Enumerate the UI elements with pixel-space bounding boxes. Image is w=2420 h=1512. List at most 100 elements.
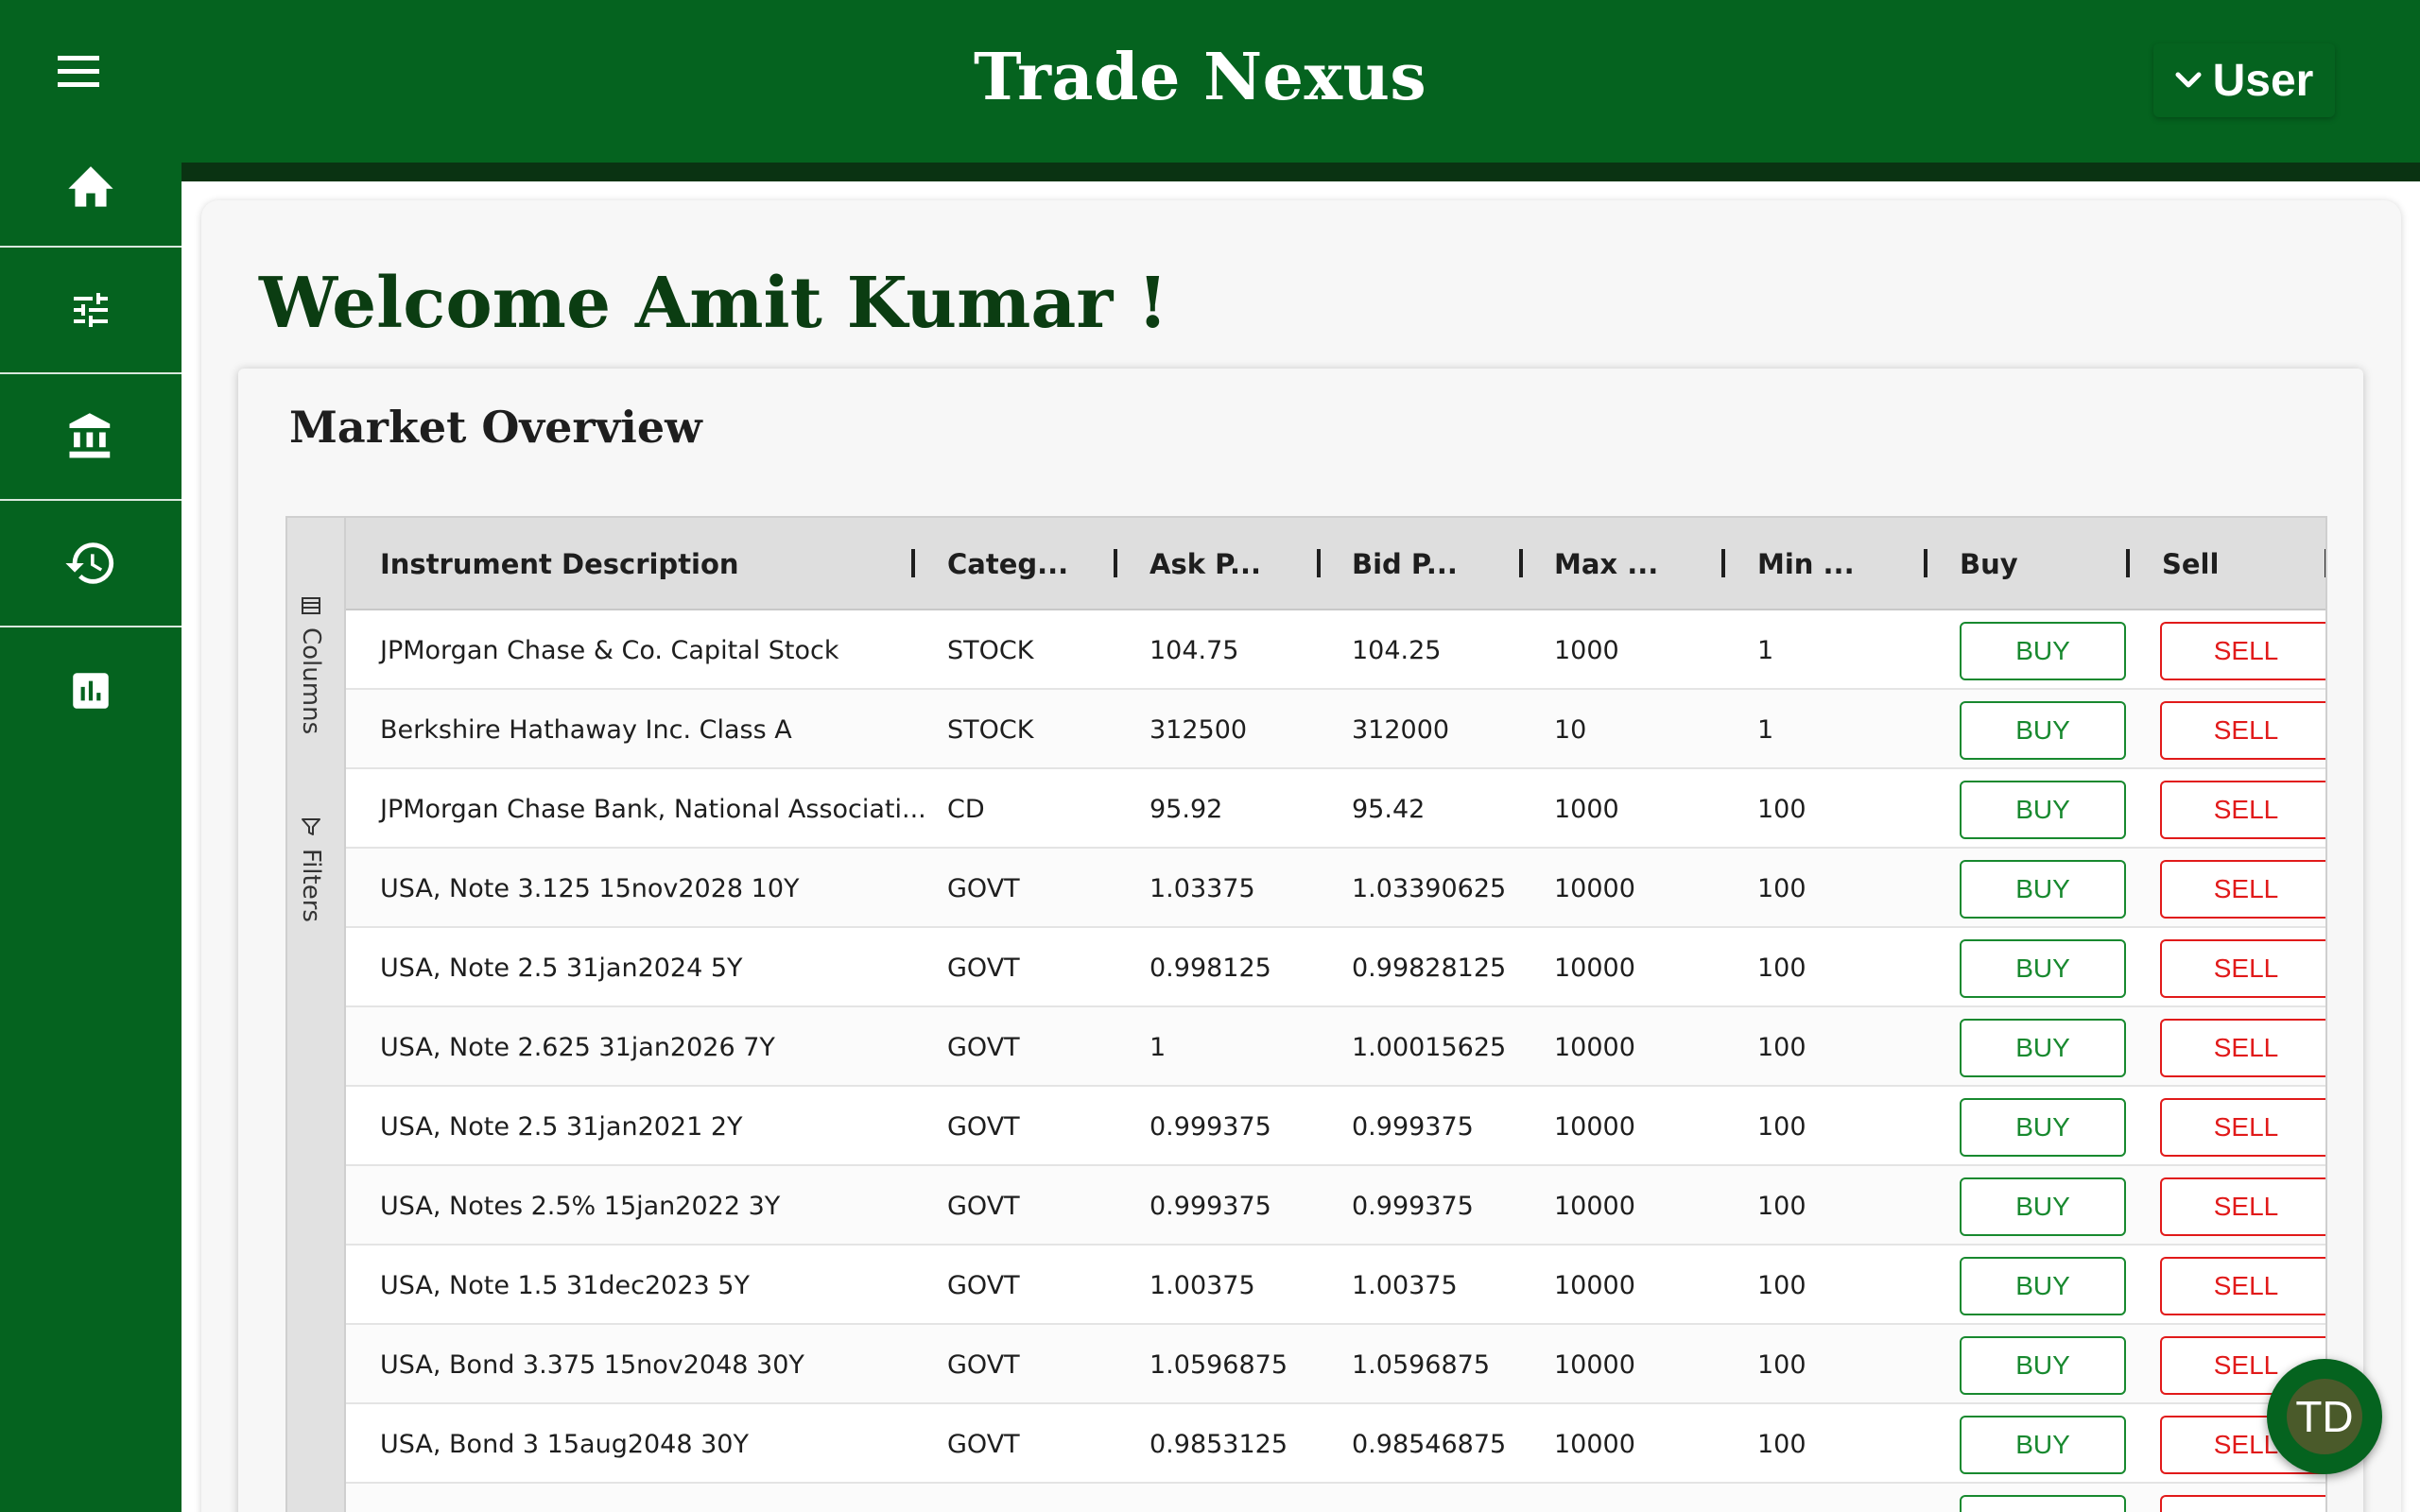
cell-category: CD: [947, 794, 985, 824]
cell-category: GOVT: [947, 1349, 1020, 1380]
cell-max-qty: 10000: [1554, 1111, 1635, 1142]
column-resize-handle[interactable]: [911, 549, 915, 577]
sliders-icon: [74, 293, 108, 327]
buy-button[interactable]: BUY: [1960, 1416, 2126, 1474]
header-sell[interactable]: Sell: [2162, 518, 2219, 610]
buy-button[interactable]: BUY: [1960, 1257, 2126, 1315]
column-resize-handle[interactable]: [1317, 549, 1321, 577]
cell-max-qty: 10000: [1554, 1429, 1635, 1459]
cell-instrument-description: USA, Note 2.625 31jan2026 7Y: [380, 1032, 775, 1062]
table-row[interactable]: JPMorgan Chase Bank, National Associati.…: [346, 769, 2325, 849]
buy-button[interactable]: BUY: [1960, 622, 2126, 680]
header-min-qty[interactable]: Min ...: [1757, 518, 1855, 610]
cell-min-qty: 100: [1757, 794, 1806, 824]
cell-bid-price: 312000: [1352, 714, 1450, 745]
cell-category: GOVT: [947, 873, 1020, 903]
column-resize-handle[interactable]: [2126, 549, 2130, 577]
cell-min-qty: 100: [1757, 1191, 1806, 1221]
table-row[interactable]: USA, Notes 2.5% 15jan2022 3Y GOVT 0.999375…: [346, 1166, 2325, 1246]
sidebar-item-history[interactable]: [0, 501, 182, 627]
header-bid-price[interactable]: Bid P...: [1352, 518, 1458, 610]
user-avatar-button[interactable]: TD: [2267, 1359, 2382, 1474]
menu-icon: [58, 56, 99, 87]
cell-min-qty: 1: [1757, 635, 1774, 665]
buy-button[interactable]: BUY: [1960, 1177, 2126, 1236]
column-resize-handle[interactable]: [1721, 549, 1725, 577]
history-icon: [65, 542, 114, 584]
cell-instrument-description: Berkshire Hathaway Inc. Class A: [380, 714, 792, 745]
cell-instrument-description: USA, Note 2.5 31jan2021 2Y: [380, 1111, 743, 1142]
sell-button[interactable]: SELL: [2160, 701, 2325, 760]
sidebar-divider-home: [0, 121, 182, 248]
filters-tab[interactable]: Filters: [297, 816, 325, 922]
sell-button[interactable]: SELL: [2160, 1177, 2325, 1236]
sell-button[interactable]: SELL: [2160, 1019, 2325, 1077]
table-row[interactable]: JPMorgan Chase & Co. Capital Stock STOCK 1…: [346, 610, 2325, 690]
menu-button[interactable]: [49, 49, 108, 94]
cell-ask-price: 0.9853125: [1150, 1429, 1288, 1459]
cell-ask-price: 1.03375: [1150, 873, 1255, 903]
sell-button[interactable]: SELL: [2160, 1495, 2325, 1512]
columns-tab[interactable]: Columns: [297, 595, 325, 734]
sidebar-item-settings[interactable]: [0, 248, 182, 374]
cell-instrument-description: USA, Note 2.5 31jan2024 5Y: [380, 953, 743, 983]
cell-ask-price: 95.92: [1150, 794, 1223, 824]
cell-ask-price: 0.999375: [1150, 1191, 1271, 1221]
sidebar-item-bank[interactable]: [0, 374, 182, 501]
buy-button[interactable]: BUY: [1960, 701, 2126, 760]
cell-bid-price: 1.03390625: [1352, 873, 1507, 903]
cell-min-qty: 100: [1757, 1429, 1806, 1459]
sell-button[interactable]: SELL: [2160, 781, 2325, 839]
column-resize-handle[interactable]: [2325, 549, 2327, 577]
table-row[interactable]: USA, Note 2.5 31jan2021 2Y GOVT 0.999375 0.…: [346, 1087, 2325, 1166]
column-resize-handle[interactable]: [1114, 549, 1117, 577]
sell-button[interactable]: SELL: [2160, 860, 2325, 919]
cell-max-qty: 10000: [1554, 1349, 1635, 1380]
cell-instrument-description: USA, Notes 2.5% 15jan2022 3Y: [380, 1191, 781, 1221]
market-grid: Columns Filters Instrument Description C…: [285, 516, 2327, 1512]
buy-button[interactable]: BUY: [1960, 1098, 2126, 1157]
cell-bid-price: 1.0596875: [1352, 1349, 1491, 1380]
header-ask-price[interactable]: Ask P...: [1150, 518, 1261, 610]
cell-ask-price: 312500: [1150, 714, 1248, 745]
header-buy[interactable]: Buy: [1960, 518, 2018, 610]
cell-max-qty: 10000: [1554, 1270, 1635, 1300]
header-instrument-description[interactable]: Instrument Description: [380, 518, 739, 610]
buy-button[interactable]: BUY: [1960, 781, 2126, 839]
table-row[interactable]: USA, Note 1.5 31dec2023 5Y GOVT 1.00375 1.0…: [346, 1246, 2325, 1325]
cell-min-qty: 100: [1757, 873, 1806, 903]
cell-bid-price: 0.99828125: [1352, 953, 1507, 983]
cell-ask-price: 0.999375: [1150, 1111, 1271, 1142]
sell-button[interactable]: SELL: [2160, 939, 2325, 998]
sell-button[interactable]: SELL: [2160, 622, 2325, 680]
sell-button[interactable]: SELL: [2160, 1098, 2325, 1157]
cell-bid-price: 1.00015625: [1352, 1032, 1507, 1062]
buy-button[interactable]: BUY: [1960, 1019, 2126, 1077]
sidebar-item-reports[interactable]: [0, 627, 182, 754]
sell-button[interactable]: SELL: [2160, 1257, 2325, 1315]
cell-instrument-description: USA, Note 3.125 15nov2028 10Y: [380, 873, 800, 903]
table-row[interactable]: USA, Bond 3.375 15nov2048 30Y GOVT 1.05968…: [346, 1325, 2325, 1404]
cell-instrument-description: JPMorgan Chase & Co. Capital Stock: [380, 635, 839, 665]
user-menu-button[interactable]: User: [2153, 43, 2335, 117]
table-row[interactable]: USA, Note 2.5 31jan2024 5Y GOVT 0.998125 0.…: [346, 928, 2325, 1007]
buy-button[interactable]: BUY: [1960, 1495, 2126, 1512]
buy-button[interactable]: BUY: [1960, 1336, 2126, 1395]
cell-bid-price: 1.00375: [1352, 1270, 1458, 1300]
header-category[interactable]: Categ...: [947, 518, 1068, 610]
column-resize-handle[interactable]: [1924, 549, 1927, 577]
table-row[interactable]: BUY SELL: [346, 1484, 2325, 1512]
buy-button[interactable]: BUY: [1960, 939, 2126, 998]
cell-min-qty: 1: [1757, 714, 1774, 745]
cell-ask-price: 1.0596875: [1150, 1349, 1288, 1380]
table-row[interactable]: USA, Bond 3 15aug2048 30Y GOVT 0.9853125 0.…: [346, 1404, 2325, 1484]
cell-category: STOCK: [947, 714, 1034, 745]
header-max-qty[interactable]: Max ...: [1554, 518, 1658, 610]
buy-button[interactable]: BUY: [1960, 860, 2126, 919]
table-row[interactable]: USA, Note 2.625 31jan2026 7Y GOVT 1 1.00015…: [346, 1007, 2325, 1087]
cell-ask-price: 1: [1150, 1032, 1167, 1062]
table-row[interactable]: USA, Note 3.125 15nov2028 10Y GOVT 1.03375…: [346, 849, 2325, 928]
cell-min-qty: 100: [1757, 1111, 1806, 1142]
column-resize-handle[interactable]: [1519, 549, 1523, 577]
table-row[interactable]: Berkshire Hathaway Inc. Class A STOCK 3125…: [346, 690, 2325, 769]
